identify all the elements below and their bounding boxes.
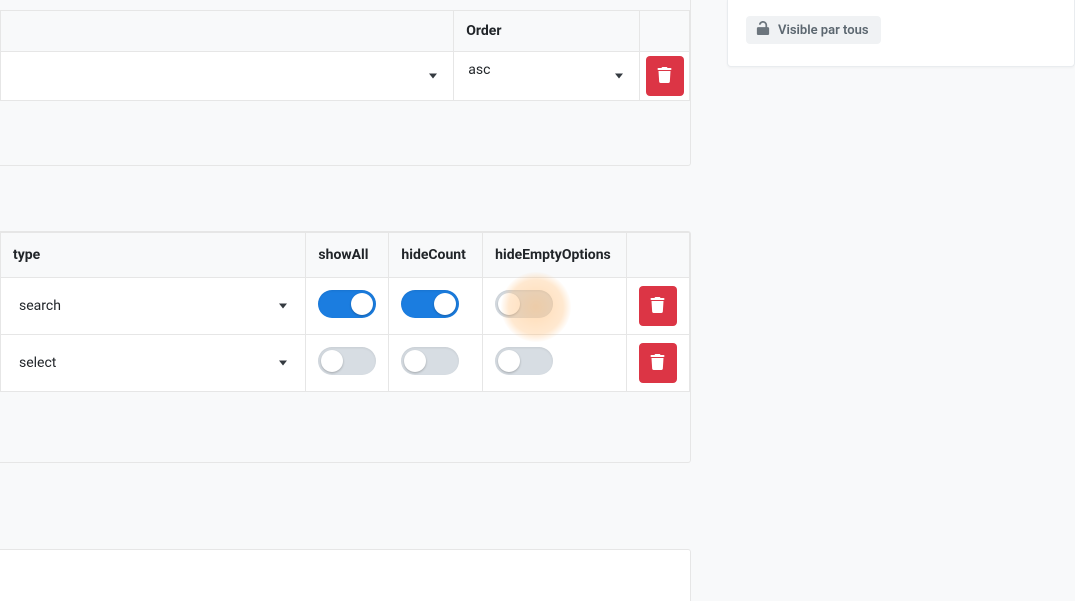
type-header-showall: showAll — [306, 233, 389, 278]
trash-icon — [650, 354, 665, 373]
type-value: select — [19, 355, 56, 371]
hidecount-toggle[interactable] — [401, 347, 459, 375]
hideemptyoptions-toggle[interactable] — [495, 290, 553, 318]
order-header-order: Order — [454, 11, 640, 52]
order-row: asc — [1, 52, 690, 101]
type-header-hidecount: hideCount — [389, 233, 483, 278]
delete-order-row-button[interactable] — [646, 56, 684, 96]
order-header-actions — [640, 11, 690, 52]
unlock-icon — [756, 21, 770, 39]
toggle-knob — [351, 293, 373, 315]
order-panel-footer — [0, 101, 690, 165]
permissions-card: Visible par tous — [727, 0, 1075, 67]
visibility-badge[interactable]: Visible par tous — [746, 16, 881, 44]
type-row: search — [1, 278, 690, 335]
type-header-hideempty: hideEmptyOptions — [483, 233, 627, 278]
type-value: search — [19, 298, 61, 314]
order-field-select[interactable] — [1, 52, 453, 100]
trash-icon — [657, 67, 672, 86]
hideemptyoptions-toggle[interactable] — [495, 347, 553, 375]
showall-toggle[interactable] — [318, 290, 376, 318]
type-select[interactable]: select — [13, 348, 293, 378]
hidecount-toggle[interactable] — [401, 290, 459, 318]
chevron-down-icon — [279, 304, 287, 309]
type-header-type: type — [1, 233, 306, 278]
type-panel: type showAll hideCount hideEmptyOptions … — [0, 231, 691, 463]
bottom-panel — [0, 549, 691, 601]
order-direction-select[interactable]: asc — [454, 52, 639, 100]
toggle-knob — [321, 350, 343, 372]
trash-icon — [650, 297, 665, 316]
toggle-knob — [498, 350, 520, 372]
toggle-knob — [498, 293, 520, 315]
chevron-down-icon — [279, 361, 287, 366]
toggle-knob — [434, 293, 456, 315]
type-header-actions — [626, 233, 689, 278]
delete-type-row-button[interactable] — [639, 343, 677, 383]
chevron-down-icon — [615, 74, 623, 79]
order-panel: Order asc — [0, 0, 691, 166]
type-table: type showAll hideCount hideEmptyOptions … — [0, 232, 690, 392]
order-header-blank — [1, 11, 454, 52]
visibility-label: Visible par tous — [778, 23, 869, 38]
delete-type-row-button[interactable] — [639, 286, 677, 326]
toggle-knob — [404, 350, 426, 372]
type-row: select — [1, 335, 690, 392]
type-panel-footer — [0, 392, 690, 462]
type-select[interactable]: search — [13, 291, 293, 321]
chevron-down-icon — [429, 74, 437, 79]
showall-toggle[interactable] — [318, 347, 376, 375]
order-direction-value: asc — [468, 62, 490, 78]
order-table: Order asc — [0, 10, 690, 101]
